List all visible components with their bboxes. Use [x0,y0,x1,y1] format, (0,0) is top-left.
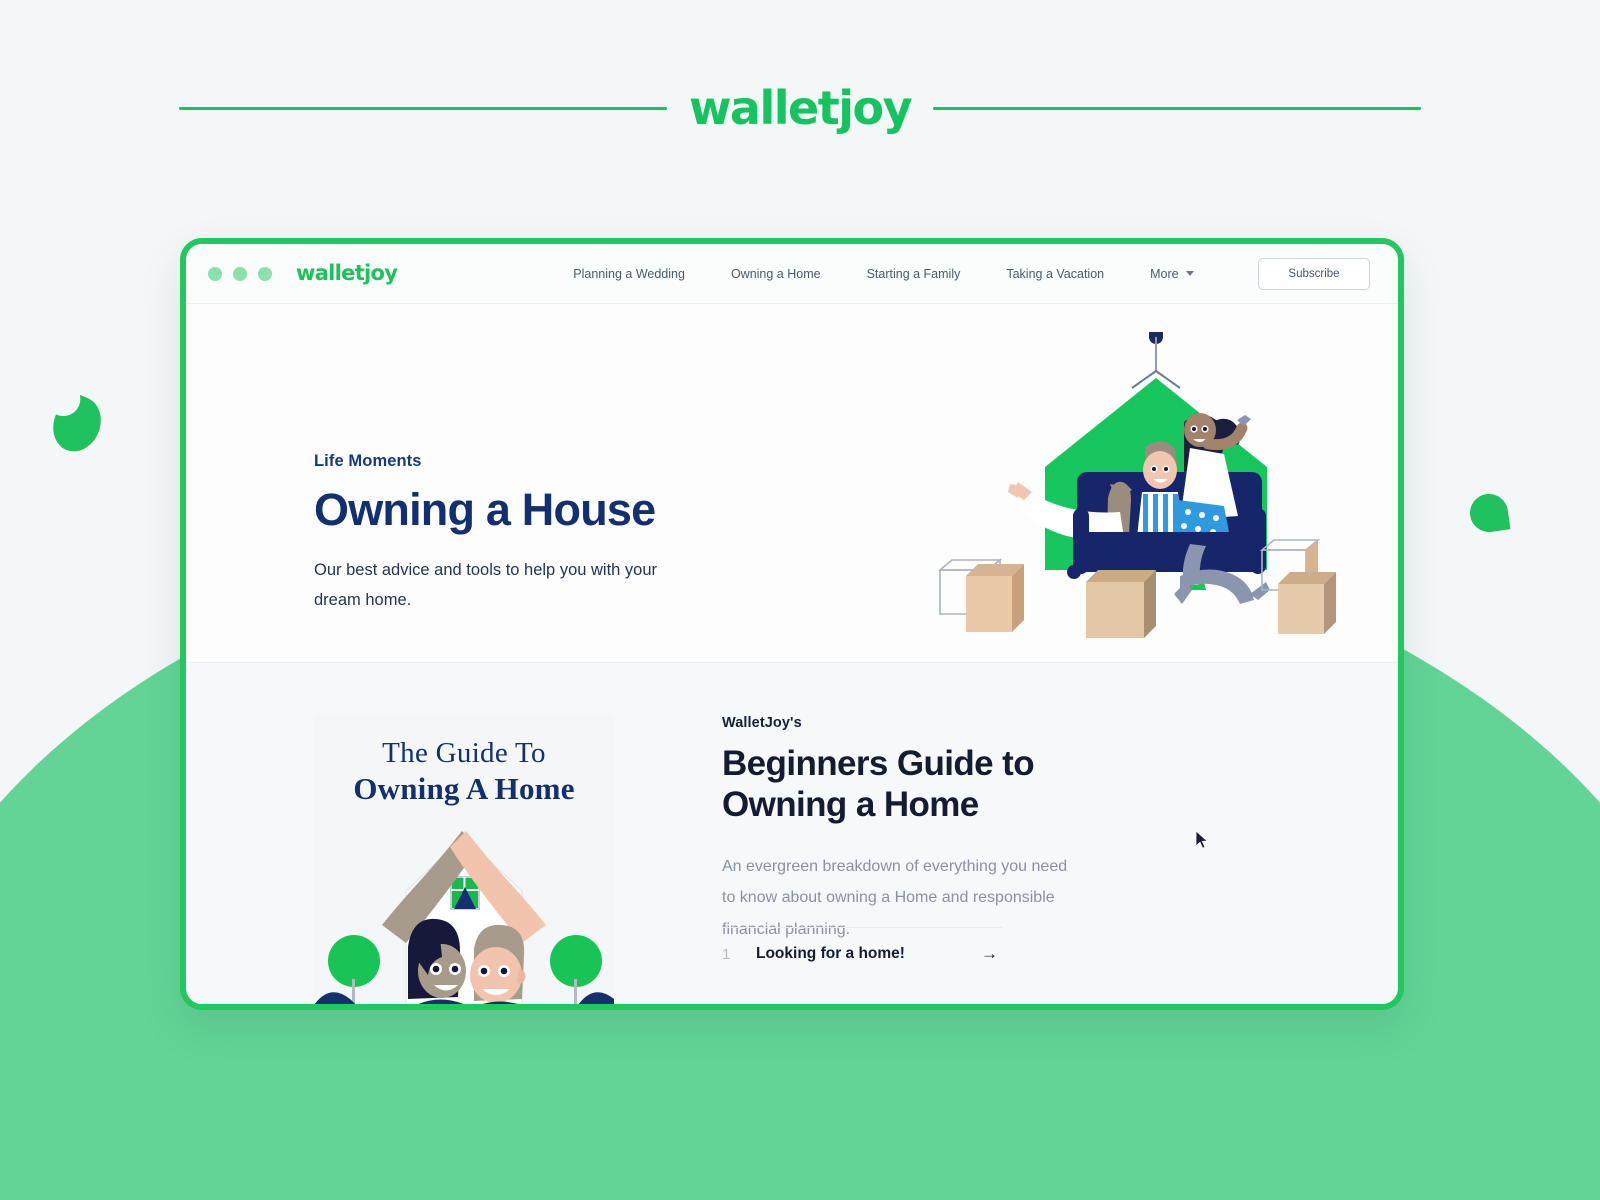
page-title: Owning a House [314,484,656,535]
green-crescent-icon [45,389,109,459]
guide-cover-title-line2: Owning A Home [353,771,575,806]
window-dot-maximize[interactable] [258,266,272,281]
window-dot-minimize[interactable] [233,266,247,281]
nav-item-planning-a-wedding[interactable]: Planning a Wedding [573,267,685,281]
guide-cover-card[interactable]: The Guide To Owning A Home [314,715,614,1004]
chevron-down-icon [1185,271,1194,276]
guide-cover-title-line1: The Guide To [382,737,546,769]
site-navbar: walletjoy Planning a Wedding Owning a Ho… [186,244,1398,304]
window-traffic-lights[interactable] [208,266,272,281]
nav-item-starting-a-family[interactable]: Starting a Family [867,267,961,281]
window-dot-close[interactable] [208,266,222,281]
hero-subtitle: Our best advice and tools to help you wi… [314,560,658,610]
green-quarter-circle-icon [1467,491,1511,535]
guide-chapter-label: Looking for a home! [756,945,905,962]
hero-copy: Life Moments Owning a House Our best adv… [314,452,734,616]
browser-window: walletjoy Planning a Wedding Owning a Ho… [180,238,1404,1010]
nav-item-taking-a-vacation[interactable]: Taking a Vacation [1006,267,1104,281]
brand-wordmark: walletjoy [688,81,913,135]
brand-rule-left [178,106,667,110]
arrow-right-icon[interactable]: → [981,944,1002,964]
guide-chapter-row[interactable]: 1 Looking for a home! → [722,928,1002,970]
guide-chapter-number: 1 [722,945,731,963]
hero-eyebrow: Life Moments [314,452,422,470]
site-logo[interactable]: walletjoy [296,263,398,284]
guide-title: Beginners Guide to Owning a Home [722,744,1035,824]
brand-rule-right [933,106,1422,110]
guide-eyebrow: WalletJoy's [722,715,802,731]
guide-chapter-list: 1 Looking for a home! → [722,927,1002,970]
guide-copy: WalletJoy's Beginners Guide to Owning a … [722,715,1122,945]
subscribe-button[interactable]: Subscribe [1258,257,1370,290]
brand-header: walletjoy [0,78,1600,138]
nav-item-owning-a-home[interactable]: Owning a Home [731,267,821,281]
hero-illustration [937,332,1336,638]
guide-cover-illustration [314,831,614,1004]
hero-section: Life Moments Owning a House Our best adv… [186,304,1398,662]
nav-item-more[interactable]: More [1150,266,1194,281]
nav-more-label: More [1150,266,1179,281]
nav-links: Planning a Wedding Owning a Home Startin… [573,266,1194,281]
guide-section: The Guide To Owning A Home WalletJoy's B… [186,662,1398,1004]
